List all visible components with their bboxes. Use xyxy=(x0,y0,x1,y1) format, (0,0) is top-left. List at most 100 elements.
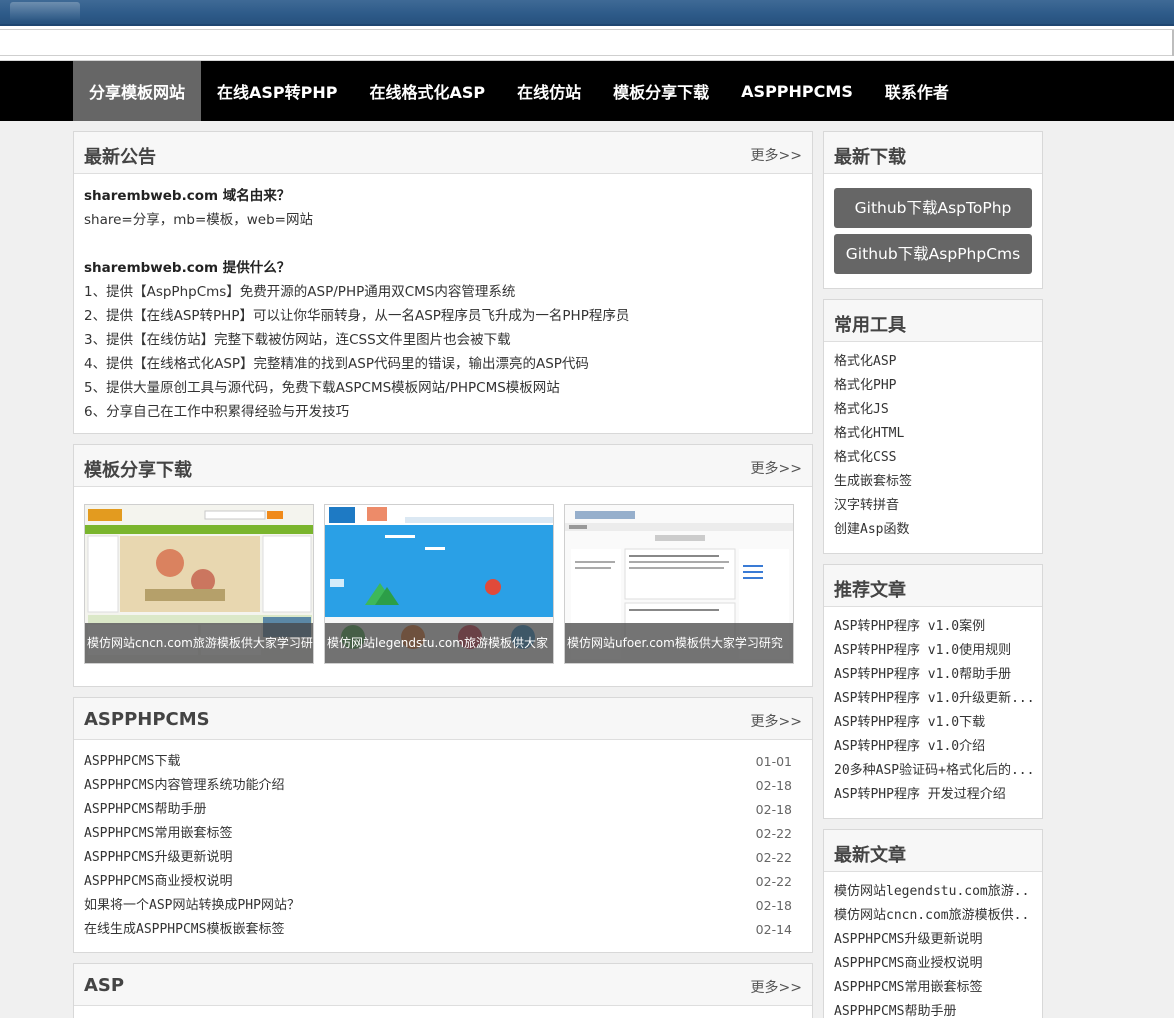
template-caption: 模仿网站ufoer.com模板供大家学习研究 xyxy=(565,623,793,663)
notice-spacer xyxy=(84,232,802,256)
recommend-article-link[interactable]: 20多种ASP验证码+格式化后的... xyxy=(834,759,1032,783)
notice-item: 1、提供【AspPhpCms】免费开源的ASP/PHP通用双CMS内容管理系统 xyxy=(84,284,516,300)
recommend-article-link[interactable]: ASP转PHP程序 v1.0下载 xyxy=(834,711,1032,735)
notice-item: 3、提供【在线仿站】完整下载被仿网站，连CSS文件里图片也会被下载 xyxy=(84,332,511,348)
notice-header: 最新公告 更多>> xyxy=(74,132,812,174)
template-thumb-legendstu[interactable]: 模仿网站legendstu.com旅游模板供大家 xyxy=(324,504,554,664)
notice-item: 2、提供【在线ASP转PHP】可以让你华丽转身，从一名ASP程序员飞升成为一名P… xyxy=(84,308,630,324)
list-item[interactable]: 如果将一个ASP网站转换成PHP网站？ 02-18 xyxy=(84,894,802,918)
list-item-date: 02-18 xyxy=(755,898,792,913)
sidebar: 最新下载 Github下载AspToPhp Github下载AspPhpCms … xyxy=(823,131,1043,1018)
tool-link[interactable]: 格式化CSS xyxy=(834,446,1032,470)
notice-item: 6、分享自己在工作中积累得经验与开发技巧 xyxy=(84,404,350,420)
recommend-article-link[interactable]: ASP转PHP程序 v1.0升级更新... xyxy=(834,687,1032,711)
list-item-title: ASPPHPCMS商业授权说明 xyxy=(84,874,233,889)
list-item-date: 02-14 xyxy=(755,922,792,937)
latest-header: 最新文章 xyxy=(824,830,1042,872)
aspphpcms-header: ASPPHPCMS 更多>> xyxy=(74,698,812,740)
latest-article-link[interactable]: 模仿网站cncn.com旅游模板供... xyxy=(834,904,1032,928)
notice-question-2: sharembweb.com 提供什么？ xyxy=(84,260,291,276)
toolbar-line-top xyxy=(0,29,1174,30)
list-item[interactable]: ASPPHPCMS帮助手册 02-18 xyxy=(84,798,802,822)
list-item-date: 02-22 xyxy=(755,850,792,865)
list-item-title: 在线生成ASPPHPCMS模板嵌套标签 xyxy=(84,922,285,937)
list-item[interactable]: ASPPHPCMS商业授权说明 02-22 xyxy=(84,870,802,894)
list-item-title: ASPPHPCMS升级更新说明 xyxy=(84,850,233,865)
templates-header: 模板分享下载 更多>> xyxy=(74,445,812,487)
list-item-date: 02-22 xyxy=(755,874,792,889)
recommend-article-link[interactable]: ASP转PHP程序 v1.0帮助手册 xyxy=(834,663,1032,687)
latest-article-link[interactable]: ASPPHPCMS帮助手册 xyxy=(834,1000,1032,1018)
list-item-date: 02-22 xyxy=(755,826,792,841)
asp-header: ASP 更多>> xyxy=(74,964,812,1006)
recommend-header: 推荐文章 xyxy=(824,565,1042,607)
notice-box: 最新公告 更多>> sharembweb.com 域名由来？ share=分享，… xyxy=(73,131,813,434)
latest-article-link[interactable]: ASPPHPCMS常用嵌套标签 xyxy=(834,976,1032,1000)
templates-title: 模板分享下载 xyxy=(84,460,192,481)
latest-box: 最新文章 模仿网站legendstu.com旅游... 模仿网站cncn.com旅… xyxy=(823,829,1043,1018)
list-item[interactable]: ASPPHPCMS常用嵌套标签 02-22 xyxy=(84,822,802,846)
downloads-header: 最新下载 xyxy=(824,132,1042,174)
nav-item[interactable]: 模板分享下载 xyxy=(597,61,725,121)
aspphpcms-more-link[interactable]: 更多>> xyxy=(751,711,802,731)
aspphpcms-title: ASPPHPCMS xyxy=(84,709,210,730)
latest-article-link[interactable]: ASPPHPCMS商业授权说明 xyxy=(834,952,1032,976)
nav-item[interactable]: 联系作者 xyxy=(869,61,965,121)
main-nav: 分享模板网站 在线ASP转PHP 在线格式化ASP 在线仿站 模板分享下载 ASPPHPC… xyxy=(0,61,1174,121)
tool-link[interactable]: 格式化HTML xyxy=(834,422,1032,446)
downloads-box: 最新下载 Github下载AspToPhp Github下载AspPhpCms xyxy=(823,131,1043,289)
github-download-asptophp-button[interactable]: Github下载AspToPhp xyxy=(834,188,1032,228)
tool-link[interactable]: 汉字转拼音 xyxy=(834,494,1032,518)
list-item-title: 如果将一个ASP网站转换成PHP网站？ xyxy=(84,898,300,913)
list-item[interactable]: ASPPHPCMS下载 01-01 xyxy=(84,750,802,774)
notice-answer-1: share=分享，mb=模板，web=网站 xyxy=(84,212,313,228)
main-column: 最新公告 更多>> sharembweb.com 域名由来？ share=分享，… xyxy=(73,131,813,1018)
templates-more-link[interactable]: 更多>> xyxy=(751,458,802,478)
list-item-date: 02-18 xyxy=(755,778,792,793)
tool-link[interactable]: 创建Asp函数 xyxy=(834,518,1032,542)
tools-list: 格式化ASP 格式化PHP 格式化JS 格式化HTML 格式化CSS 生成嵌套标签 汉字转拼… xyxy=(824,342,1042,548)
latest-article-link[interactable]: 模仿网站legendstu.com旅游... xyxy=(834,880,1032,904)
list-item[interactable]: ASPPHPCMS升级更新说明 02-22 xyxy=(84,846,802,870)
latest-list: 模仿网站legendstu.com旅游... 模仿网站cncn.com旅游模板供.… xyxy=(824,872,1042,1018)
github-download-aspphpcms-button[interactable]: Github下载AspPhpCms xyxy=(834,234,1032,274)
downloads-title: 最新下载 xyxy=(834,147,906,168)
recommend-title: 推荐文章 xyxy=(834,580,906,601)
notice-items: 1、提供【AspPhpCms】免费开源的ASP/PHP通用双CMS内容管理系统 2… xyxy=(84,280,802,424)
recommend-article-link[interactable]: ASP转PHP程序 v1.0使用规则 xyxy=(834,639,1032,663)
notice-item: 4、提供【在线格式化ASP】完整精准的找到ASP代码里的错误，输出漂亮的ASP代… xyxy=(84,356,589,372)
recommend-article-link[interactable]: ASP转PHP程序 开发过程介绍 xyxy=(834,783,1032,807)
nav-item[interactable]: 在线仿站 xyxy=(501,61,597,121)
recommend-box: 推荐文章 ASP转PHP程序 v1.0案例 ASP转PHP程序 v1.0使用规则 A… xyxy=(823,564,1043,819)
template-caption: 模仿网站legendstu.com旅游模板供大家 xyxy=(325,623,553,663)
latest-article-link[interactable]: ASPPHPCMS升级更新说明 xyxy=(834,928,1032,952)
notice-question-1: sharembweb.com 域名由来？ xyxy=(84,188,291,204)
tool-link[interactable]: 格式化PHP xyxy=(834,374,1032,398)
asp-box: ASP 更多>> xyxy=(73,963,813,1018)
templates-box: 模板分享下载 更多>> 模仿网站cncn.com旅游模板供大家学习研 模仿网站l… xyxy=(73,444,813,687)
recommend-article-link[interactable]: ASP转PHP程序 v1.0案例 xyxy=(834,615,1032,639)
tool-link[interactable]: 格式化JS xyxy=(834,398,1032,422)
template-caption: 模仿网站cncn.com旅游模板供大家学习研 xyxy=(85,623,313,663)
recommend-article-link[interactable]: ASP转PHP程序 v1.0介绍 xyxy=(834,735,1032,759)
browser-toolbar-strip xyxy=(0,26,1174,61)
tools-title: 常用工具 xyxy=(834,315,906,336)
notice-more-link[interactable]: 更多>> xyxy=(751,145,802,165)
list-item[interactable]: 在线生成ASPPHPCMS模板嵌套标签 02-14 xyxy=(84,918,802,942)
nav-item[interactable]: 在线格式化ASP xyxy=(354,61,502,121)
tool-link[interactable]: 生成嵌套标签 xyxy=(834,470,1032,494)
toolbar-line-bottom xyxy=(0,55,1174,56)
nav-item[interactable]: ASPPHPCMS xyxy=(725,61,869,121)
list-item-date: 02-18 xyxy=(755,802,792,817)
asp-more-link[interactable]: 更多>> xyxy=(751,977,802,997)
tool-link[interactable]: 格式化ASP xyxy=(834,350,1032,374)
aspphpcms-list: ASPPHPCMS下载 01-01 ASPPHPCMS内容管理系统功能介绍 02-18… xyxy=(74,740,812,950)
template-thumb-ufoer[interactable]: 模仿网站ufoer.com模板供大家学习研究 xyxy=(564,504,794,664)
template-thumbnails: 模仿网站cncn.com旅游模板供大家学习研 模仿网站legendstu.com… xyxy=(74,487,812,687)
nav-item[interactable]: 分享模板网站 xyxy=(73,61,202,121)
list-item[interactable]: ASPPHPCMS内容管理系统功能介绍 02-18 xyxy=(84,774,802,798)
template-thumb-cncn[interactable]: 模仿网站cncn.com旅游模板供大家学习研 xyxy=(84,504,314,664)
recommend-list: ASP转PHP程序 v1.0案例 ASP转PHP程序 v1.0使用规则 ASP转PH… xyxy=(824,607,1042,813)
nav-item[interactable]: 在线ASP转PHP xyxy=(201,61,353,121)
list-item-title: ASPPHPCMS内容管理系统功能介绍 xyxy=(84,778,285,793)
